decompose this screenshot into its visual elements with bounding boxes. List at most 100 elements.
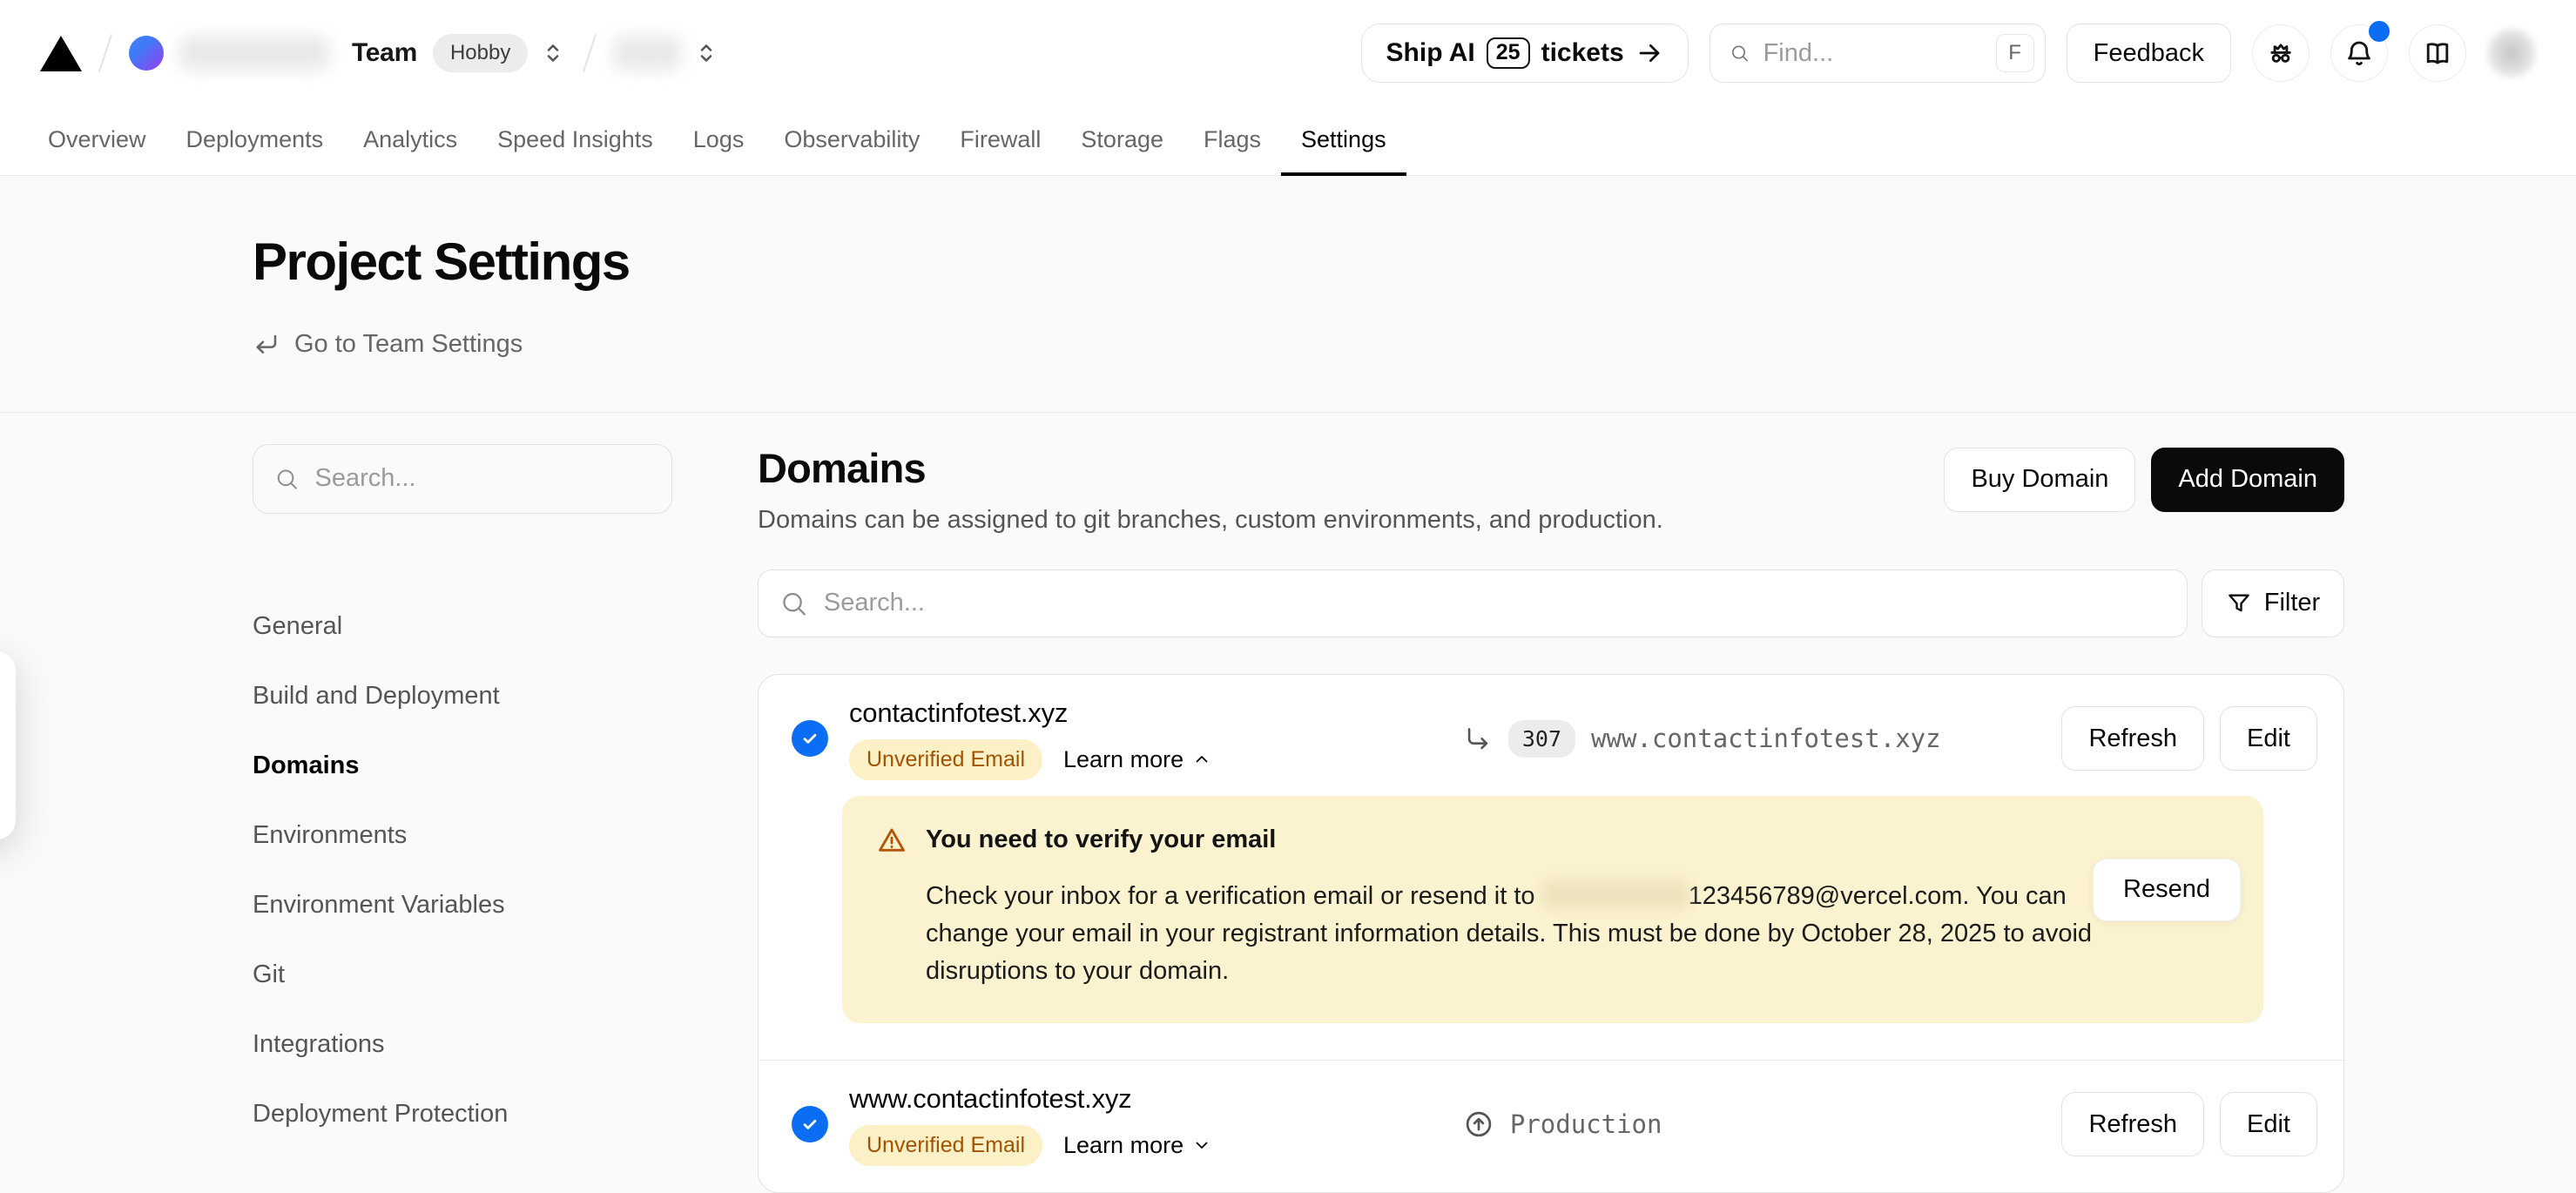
header: Team Hobby Ship AI 25 tickets F Feedback: [0, 0, 2576, 106]
project-switcher-icon[interactable]: [693, 40, 719, 66]
go-to-team-settings-link[interactable]: Go to Team Settings: [253, 330, 523, 359]
tab-speed-insights[interactable]: Speed Insights: [477, 106, 673, 176]
production-circled-arrow-icon: [1463, 1109, 1494, 1140]
return-left-icon: [253, 331, 280, 359]
filter-label: Filter: [2264, 589, 2320, 617]
status-badge-unverified-email: Unverified Email: [849, 739, 1042, 780]
breadcrumb-separator: [98, 34, 112, 72]
tab-flags[interactable]: Flags: [1183, 106, 1281, 176]
vercel-logo-icon[interactable]: [40, 36, 82, 71]
redirect-arrow-icon: [1463, 724, 1493, 753]
ship-ai-tickets-button[interactable]: Ship AI 25 tickets: [1361, 24, 1689, 83]
tab-logs[interactable]: Logs: [673, 106, 765, 176]
topbar: Team Hobby Ship AI 25 tickets F Feedback: [0, 0, 2576, 176]
redirect-status-badge: 307: [1508, 720, 1575, 758]
team-name-redacted: [179, 36, 329, 71]
domains-search-input[interactable]: [824, 589, 2166, 617]
tab-analytics[interactable]: Analytics: [343, 106, 477, 176]
team-switcher-icon[interactable]: [540, 40, 566, 66]
tickets-label: tickets: [1541, 38, 1624, 68]
tab-firewall[interactable]: Firewall: [940, 106, 1061, 176]
breadcrumb-separator: [583, 34, 597, 72]
sidebar-item-environment-variables[interactable]: Environment Variables: [253, 871, 672, 940]
learn-more-link[interactable]: Learn more: [1063, 1132, 1212, 1159]
offscreen-toast: [0, 651, 16, 839]
disguise-icon: [2265, 37, 2296, 69]
domain-row-contactinfotest: contactinfotest.xyz Unverified Email Lea…: [759, 675, 2343, 780]
edit-button[interactable]: Edit: [2220, 706, 2317, 771]
buy-domain-button[interactable]: Buy Domain: [1944, 448, 2135, 512]
domains-card: contactinfotest.xyz Unverified Email Lea…: [758, 674, 2344, 1193]
docs-button[interactable]: [2409, 24, 2466, 82]
sidebar-item-general[interactable]: General: [253, 592, 672, 662]
warning-body: Check your inbox for a verification emai…: [926, 878, 2136, 990]
settings-hero: Project Settings Go to Team Settings: [0, 176, 2576, 413]
refresh-button[interactable]: Refresh: [2061, 706, 2204, 771]
domains-title: Domains: [758, 444, 1663, 492]
sidebar-item-domains[interactable]: Domains: [253, 731, 672, 801]
user-avatar[interactable]: [2487, 29, 2536, 78]
funnel-icon: [2226, 590, 2252, 617]
page-title: Project Settings: [253, 232, 2344, 292]
book-icon: [2422, 37, 2453, 69]
verified-check-icon: [792, 720, 828, 757]
sidebar-nav: General Build and Deployment Domains Env…: [253, 592, 672, 1149]
notifications-button[interactable]: [2330, 24, 2388, 82]
go-to-team-settings-label: Go to Team Settings: [294, 330, 523, 359]
tab-settings[interactable]: Settings: [1281, 106, 1406, 176]
environment-label: Production: [1510, 1109, 1662, 1139]
sidebar-item-environments[interactable]: Environments: [253, 801, 672, 871]
settings-sidebar: General Build and Deployment Domains Env…: [253, 444, 672, 1193]
team-label: Team: [352, 38, 417, 68]
verify-email-warning: You need to verify your email Check your…: [842, 796, 2263, 1023]
warning-triangle-icon: [877, 826, 907, 855]
refresh-button[interactable]: Refresh: [2061, 1092, 2204, 1156]
domain-row-www-contactinfotest: www.contactinfotest.xyz Unverified Email…: [759, 1061, 2343, 1192]
search-icon: [779, 589, 808, 618]
team-avatar[interactable]: [129, 36, 164, 71]
redirect-target: www.contactinfotest.xyz: [1591, 724, 1941, 753]
chevron-up-icon: [1191, 749, 1212, 770]
find-search-box[interactable]: F: [1709, 24, 2046, 83]
domains-search-box[interactable]: [758, 570, 2188, 637]
project-tabbar: Overview Deployments Analytics Speed Ins…: [0, 106, 2576, 176]
email-visible: 123456789@vercel.com.: [1689, 882, 1970, 910]
search-icon: [1730, 39, 1750, 67]
sidebar-item-build-and-deployment[interactable]: Build and Deployment: [253, 662, 672, 731]
tickets-count-badge: 25: [1487, 37, 1530, 69]
plan-badge: Hobby: [433, 34, 528, 72]
domains-section: Domains Domains can be assigned to git b…: [758, 444, 2344, 1193]
tab-observability[interactable]: Observability: [764, 106, 940, 176]
warning-title: You need to verify your email: [926, 826, 1276, 854]
find-shortcut-key: F: [1996, 34, 2034, 72]
edit-button[interactable]: Edit: [2220, 1092, 2317, 1156]
domain-name[interactable]: contactinfotest.xyz: [849, 698, 1212, 729]
search-icon: [274, 465, 300, 493]
project-name-redacted: [613, 36, 681, 71]
tab-storage[interactable]: Storage: [1061, 106, 1183, 176]
domain-name[interactable]: www.contactinfotest.xyz: [849, 1083, 1212, 1115]
domains-description: Domains can be assigned to git branches,…: [758, 506, 1663, 535]
arrow-right-icon: [1635, 39, 1663, 67]
settings-content: General Build and Deployment Domains Env…: [253, 413, 2344, 1193]
sidebar-search-box[interactable]: [253, 444, 672, 514]
sidebar-item-integrations[interactable]: Integrations: [253, 1010, 672, 1080]
notification-dot: [2369, 21, 2390, 42]
chevron-down-icon: [1191, 1135, 1212, 1156]
sidebar-search-input[interactable]: [315, 464, 651, 493]
verified-check-icon: [792, 1106, 828, 1142]
tab-overview[interactable]: Overview: [28, 106, 166, 176]
resend-button[interactable]: Resend: [2093, 859, 2241, 921]
sidebar-item-git[interactable]: Git: [253, 940, 672, 1010]
add-domain-button[interactable]: Add Domain: [2151, 448, 2344, 512]
filter-button[interactable]: Filter: [2202, 570, 2344, 637]
bell-icon: [2343, 37, 2375, 69]
feedback-button[interactable]: Feedback: [2067, 24, 2231, 83]
disguise-button[interactable]: [2252, 24, 2310, 82]
tab-deployments[interactable]: Deployments: [166, 106, 344, 176]
ship-ai-label: Ship AI: [1386, 38, 1475, 68]
find-input[interactable]: [1763, 39, 1982, 68]
sidebar-item-deployment-protection[interactable]: Deployment Protection: [253, 1080, 672, 1149]
learn-more-link[interactable]: Learn more: [1063, 746, 1212, 773]
email-redacted: [1542, 880, 1689, 908]
